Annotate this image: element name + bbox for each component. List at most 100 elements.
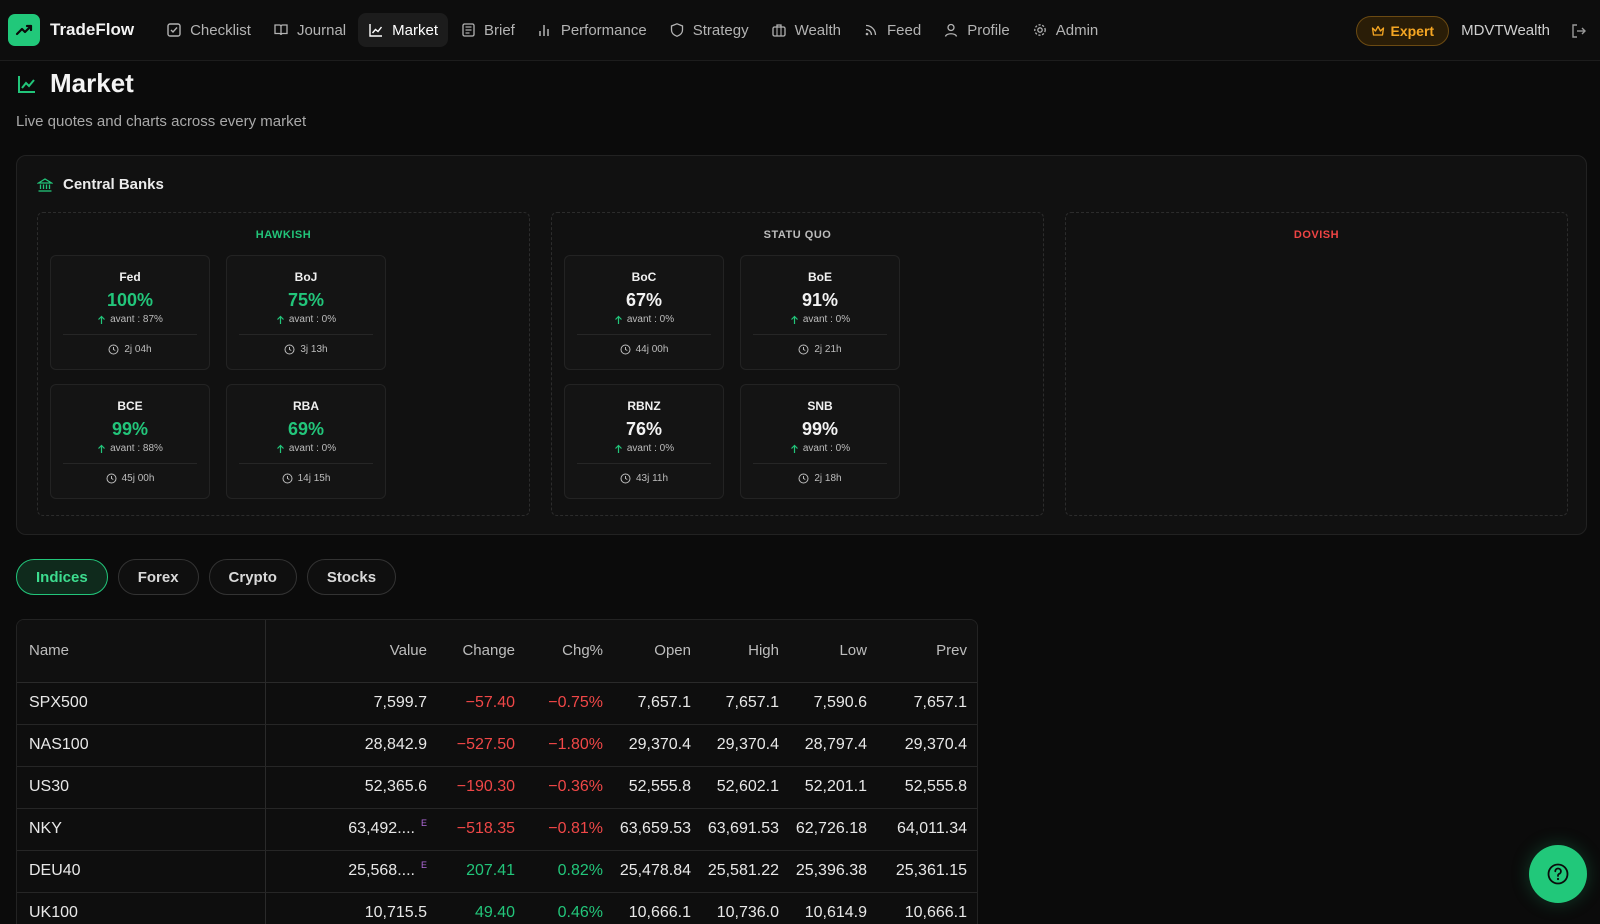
arrow-up-icon	[790, 315, 798, 324]
cell-open: 7,657.1	[615, 682, 703, 725]
column-header-open[interactable]: Open	[615, 620, 703, 683]
bank-previous: avant : 88%	[51, 443, 209, 454]
tab-forex[interactable]: Forex	[117, 559, 199, 595]
clock-icon	[798, 344, 809, 355]
table-row[interactable]: SPX500 7,599.7 −57.40 −0.75% 7,657.1 7,6…	[17, 682, 977, 725]
cell-change: 49.40	[439, 892, 527, 924]
bank-card-boc[interactable]: BoC 67% avant : 0% 44j 00h	[564, 255, 724, 370]
arrow-up-icon	[276, 444, 284, 453]
nav-item-checklist[interactable]: Checklist	[156, 13, 261, 47]
bank-previous-text: avant : 87%	[110, 314, 163, 325]
expert-badge[interactable]: Expert	[1355, 15, 1450, 46]
nav-item-label: Brief	[483, 21, 515, 39]
arrow-up-icon	[98, 315, 106, 324]
nav-item-market[interactable]: Market	[358, 13, 448, 47]
cell-open: 25,478.84	[615, 850, 703, 893]
bank-probability: 67%	[625, 290, 663, 310]
central-banks-header: Central Banks	[37, 176, 164, 193]
username[interactable]: MDVTWealth	[1461, 22, 1550, 39]
bank-name: BCE	[117, 399, 143, 413]
title-row: Market	[16, 68, 306, 99]
table-row[interactable]: DEU40 25,568.... E 207.41 0.82% 25,478.84…	[17, 850, 977, 893]
table-row[interactable]: US30 52,365.6 −190.30 −0.36% 52,555.8 52…	[17, 766, 977, 809]
column-header-change[interactable]: Change	[439, 620, 527, 683]
bank-card-rba[interactable]: RBA 69% avant : 0% 14j 15h	[226, 384, 386, 499]
cell-open: 10,666.1	[615, 892, 703, 924]
bank-previous-text: avant : 0%	[288, 443, 337, 454]
bank-previous: avant : 0%	[227, 443, 385, 454]
cell-change: −518.35	[439, 808, 527, 851]
cell-value-text: 7,599.7	[373, 694, 427, 711]
bank-probability: 99%	[111, 419, 149, 439]
help-icon	[1547, 863, 1569, 885]
table-row[interactable]: UK100 10,715.5 49.40 0.46% 10,666.1 10,7…	[17, 892, 977, 924]
tab-indices[interactable]: Indices	[16, 559, 108, 595]
card-divider	[577, 463, 711, 464]
nav-item-profile[interactable]: Profile	[933, 13, 1020, 47]
brand-logo-icon	[8, 14, 40, 46]
nav-item-wealth[interactable]: Wealth	[761, 13, 851, 47]
clock-icon	[108, 344, 119, 355]
column-header-value[interactable]: Value	[265, 620, 439, 683]
nav-item-journal[interactable]: Journal	[263, 13, 356, 47]
bank-card-snb[interactable]: SNB 99% avant : 0% 2j 18h	[740, 384, 900, 499]
bank-countdown-text: 44j 00h	[635, 344, 669, 355]
help-button[interactable]	[1529, 845, 1587, 903]
dovish-title: DOVISH	[1293, 229, 1340, 241]
cell-low: 25,396.38	[791, 850, 879, 893]
table-row[interactable]: NKY 63,492.... E −518.35 −0.81% 63,659.53…	[17, 808, 977, 851]
expert-badge-label: Expert	[1390, 22, 1435, 39]
nav-item-performance[interactable]: Performance	[527, 13, 657, 47]
cell-value: 7,599.7	[265, 682, 439, 725]
tab-crypto[interactable]: Crypto	[208, 559, 297, 595]
cell-value-text: 25,568....	[348, 862, 415, 879]
brand[interactable]: TradeFlow	[8, 14, 134, 46]
column-header-name[interactable]: Name	[17, 620, 266, 683]
card-divider	[577, 334, 711, 335]
bank-name: BoJ	[294, 270, 318, 284]
nav-item-label: Journal	[296, 21, 347, 39]
market-tabs: Indices Forex Crypto Stocks	[16, 559, 406, 595]
nav-item-feed[interactable]: Feed	[853, 13, 931, 47]
cell-value-text: 28,842.9	[364, 736, 427, 753]
cell-chg-pct: −0.36%	[527, 766, 615, 809]
arrow-up-icon	[614, 444, 622, 453]
logout-icon	[1572, 23, 1586, 38]
cell-prev: 25,361.15	[879, 850, 977, 893]
clock-icon	[620, 344, 631, 355]
cell-high: 29,370.4	[703, 724, 791, 767]
logout-button[interactable]	[1570, 22, 1588, 40]
cell-low: 62,726.18	[791, 808, 879, 851]
table-row[interactable]: NAS100 28,842.9 −527.50 −1.80% 29,370.4 …	[17, 724, 977, 767]
bank-countdown-text: 2j 21h	[814, 344, 842, 355]
cell-prev: 10,666.1	[879, 892, 977, 924]
central-banks-panel: Central Banks HAWKISH Fed 100% avant : 8…	[16, 155, 1587, 535]
nav-item-brief[interactable]: Brief	[450, 13, 525, 47]
rss-icon	[865, 24, 877, 36]
bank-card-boe[interactable]: BoE 91% avant : 0% 2j 21h	[740, 255, 900, 370]
cell-chg-pct: −0.81%	[527, 808, 615, 851]
bank-name: RBA	[293, 399, 319, 413]
estimate-badge: E	[420, 860, 427, 870]
bank-countdown: 43j 11h	[565, 473, 723, 484]
gear-icon	[1033, 24, 1046, 36]
nav-item-strategy[interactable]: Strategy	[659, 13, 759, 47]
column-header-chg-pct[interactable]: Chg%	[527, 620, 615, 683]
column-header-high[interactable]: High	[703, 620, 791, 683]
user-icon	[945, 23, 958, 37]
bank-card-fed[interactable]: Fed 100% avant : 87% 2j 04h	[50, 255, 210, 370]
bank-card-boj[interactable]: BoJ 75% avant : 0% 3j 13h	[226, 255, 386, 370]
tab-stocks[interactable]: Stocks	[306, 559, 397, 595]
bank-countdown-text: 43j 11h	[635, 473, 669, 484]
nav-item-admin[interactable]: Admin	[1022, 13, 1109, 47]
nav-item-label: Wealth	[794, 21, 841, 39]
briefcase-icon	[771, 24, 786, 37]
bank-card-rbnz[interactable]: RBNZ 76% avant : 0% 43j 11h	[564, 384, 724, 499]
bank-icon	[37, 177, 53, 192]
bank-card-bce[interactable]: BCE 99% avant : 88% 45j 00h	[50, 384, 210, 499]
bank-name: RBNZ	[627, 399, 661, 413]
card-divider	[63, 334, 197, 335]
column-header-prev[interactable]: Prev	[879, 620, 977, 683]
column-header-low[interactable]: Low	[791, 620, 879, 683]
chart-line-icon	[18, 75, 35, 93]
